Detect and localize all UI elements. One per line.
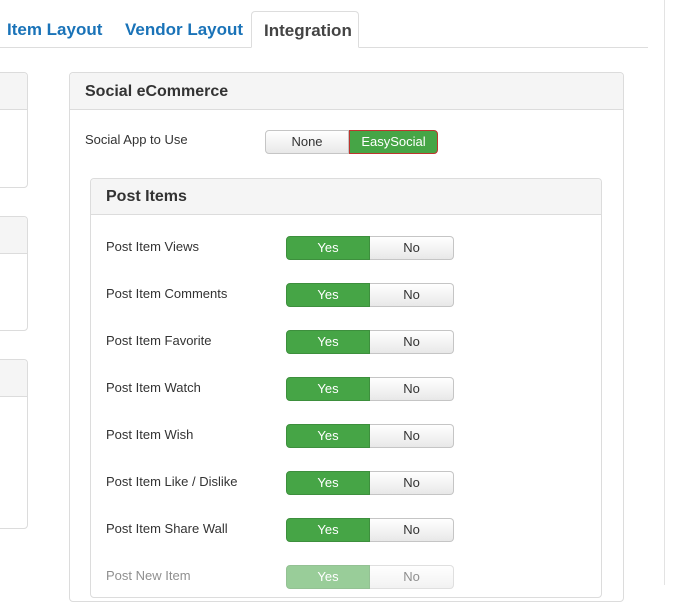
post-item-label: Post New Item <box>106 568 191 583</box>
post-item-row: Post Item Favorite Yes No <box>91 330 601 356</box>
yes-option[interactable]: Yes <box>286 377 370 401</box>
yes-option[interactable]: Yes <box>286 424 370 448</box>
yes-option[interactable]: Yes <box>286 283 370 307</box>
yes-option[interactable]: Yes <box>286 565 370 589</box>
post-item-label: Post Item Like / Dislike <box>106 474 238 489</box>
yes-option[interactable]: Yes <box>286 236 370 260</box>
post-item-label: Post Item Watch <box>106 380 201 395</box>
post-item-row: Post Item Like / Dislike Yes No <box>91 471 601 497</box>
no-option[interactable]: No <box>370 424 454 448</box>
post-item-row: Post Item Views Yes No <box>91 236 601 262</box>
social-app-label: Social App to Use <box>85 132 188 147</box>
social-app-toggle: None EasySocial <box>265 130 438 154</box>
post-item-row: Post Item Wish Yes No <box>91 424 601 450</box>
post-item-toggle: Yes No <box>286 377 454 401</box>
tab-bar: Item Layout Vendor Layout Integration <box>0 0 650 48</box>
post-items-title: Post Items <box>91 179 601 215</box>
no-option[interactable]: No <box>370 283 454 307</box>
no-option[interactable]: No <box>370 236 454 260</box>
left-panel-1-header <box>0 73 27 110</box>
post-item-row: Post New Item Yes No <box>91 565 601 591</box>
post-items-panel: Post Items Post Item Views Yes No Post Item… <box>90 178 602 598</box>
post-item-row: Post Item Share Wall Yes No <box>91 518 601 544</box>
post-item-label: Post Item Views <box>106 239 199 254</box>
no-option[interactable]: No <box>370 471 454 495</box>
post-item-label: Post Item Comments <box>106 286 228 301</box>
no-option[interactable]: No <box>370 518 454 542</box>
post-item-toggle: Yes No <box>286 330 454 354</box>
post-item-toggle: Yes No <box>286 236 454 260</box>
post-item-row: Post Item Comments Yes No <box>91 283 601 309</box>
social-app-none-option[interactable]: None <box>265 130 349 154</box>
post-item-toggle: Yes No <box>286 283 454 307</box>
no-option[interactable]: No <box>370 565 454 589</box>
left-panel-2 <box>0 216 28 331</box>
left-panel-3-header <box>0 360 27 397</box>
post-item-row: Post Item Watch Yes No <box>91 377 601 403</box>
post-item-toggle: Yes No <box>286 471 454 495</box>
scroll-edge <box>664 0 665 585</box>
left-panel-3 <box>0 359 28 529</box>
yes-option[interactable]: Yes <box>286 471 370 495</box>
no-option[interactable]: No <box>370 377 454 401</box>
left-panel-1 <box>0 72 28 188</box>
social-app-easysocial-option[interactable]: EasySocial <box>349 130 438 154</box>
post-item-label: Post Item Wish <box>106 427 194 442</box>
social-ecommerce-panel: Social eCommerce Social App to Use None … <box>69 72 624 602</box>
post-item-toggle: Yes No <box>286 518 454 542</box>
post-item-toggle: Yes No <box>286 565 454 589</box>
yes-option[interactable]: Yes <box>286 330 370 354</box>
tab-integration[interactable]: Integration <box>251 11 359 48</box>
post-item-toggle: Yes No <box>286 424 454 448</box>
post-item-label: Post Item Share Wall <box>106 521 228 536</box>
social-ecommerce-title: Social eCommerce <box>70 73 623 110</box>
tab-item-layout[interactable]: Item Layout <box>7 12 102 48</box>
tab-vendor-layout[interactable]: Vendor Layout <box>125 12 243 48</box>
no-option[interactable]: No <box>370 330 454 354</box>
yes-option[interactable]: Yes <box>286 518 370 542</box>
post-item-label: Post Item Favorite <box>106 333 212 348</box>
left-panel-2-header <box>0 217 27 254</box>
